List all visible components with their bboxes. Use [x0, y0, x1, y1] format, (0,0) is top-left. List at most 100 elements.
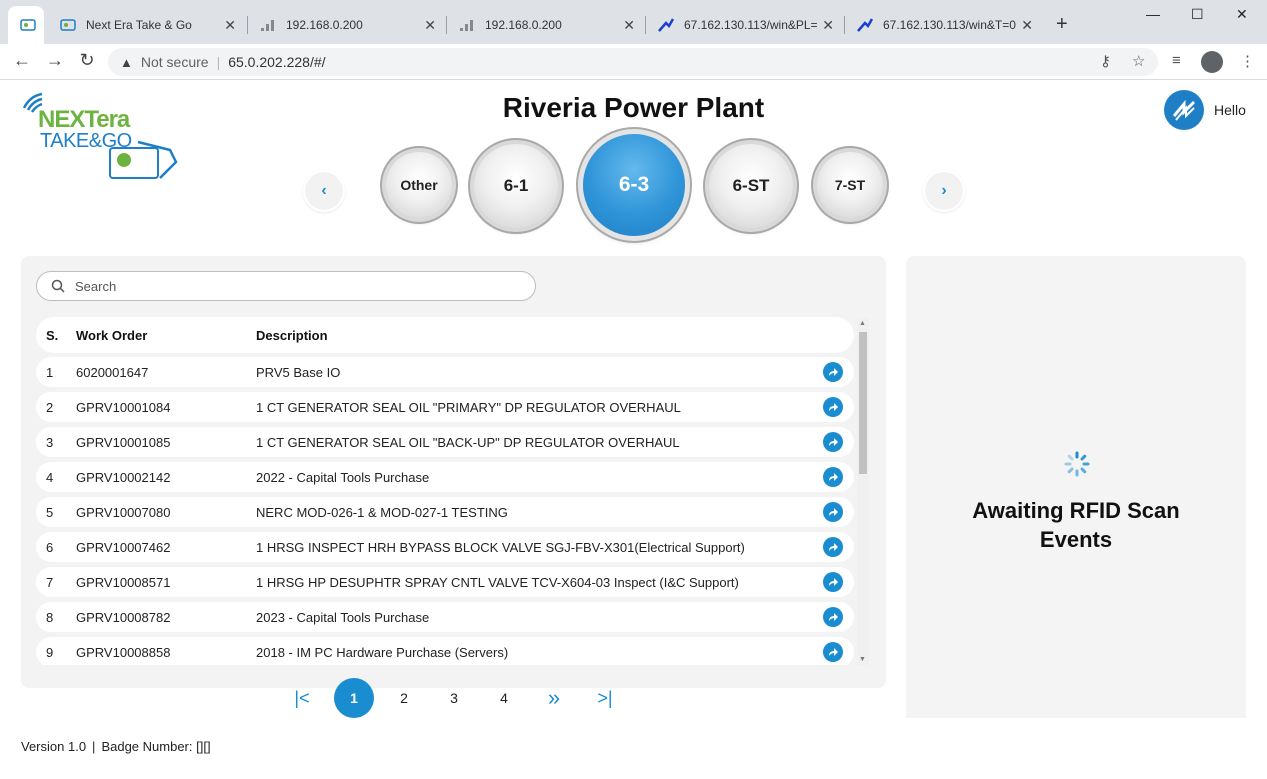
omnibox[interactable]: ▲ Not secure | 65.0.202.228/#/ — [108, 48, 1158, 76]
next-page-button[interactable]: » — [534, 678, 574, 718]
table-row[interactable]: 8 GPRV10008782 2023 - Capital Tools Purcha… — [36, 602, 854, 632]
table-row[interactable]: 7 GPRV10008571 1 HRSG HP DESUPHTR SPRAY CN… — [36, 567, 854, 597]
wled-favicon-icon — [658, 17, 674, 33]
table-row[interactable]: 4 GPRV10002142 2022 - Capital Tools Purcha… — [36, 462, 854, 492]
kebab-menu-icon[interactable]: ⋮ — [1240, 52, 1255, 70]
search-icon — [51, 279, 65, 293]
key-icon[interactable]: ⚷ — [1100, 52, 1111, 70]
user-avatar[interactable] — [1164, 90, 1204, 130]
open-work-order-button[interactable] — [823, 362, 843, 382]
last-page-button[interactable]: >| — [585, 678, 625, 718]
logo-line2: TAKE&GO — [40, 130, 132, 152]
version-text: Version 1.0 — [21, 739, 87, 754]
scrollbar-thumb[interactable] — [859, 332, 867, 474]
cell-work-order: 6020001647 — [76, 365, 149, 380]
table-row[interactable]: 5 GPRV10007080 NERC MOD-026-1 & MOD-027-1 … — [36, 497, 854, 527]
reload-icon[interactable]: ↻ — [75, 50, 99, 71]
cell-serial: 9 — [46, 645, 54, 660]
open-work-order-button[interactable] — [823, 642, 843, 662]
cell-work-order: GPRV10008571 — [76, 575, 171, 590]
page-button-2[interactable]: 2 — [384, 678, 424, 718]
profile-icon[interactable] — [1201, 51, 1223, 73]
browser-tab-takego[interactable]: Next Era Take & Go ✕ — [48, 6, 244, 44]
greeting-text: Hello — [1214, 102, 1246, 118]
page-title: Riveria Power Plant — [502, 92, 765, 123]
minimize-icon[interactable]: — — [1146, 6, 1160, 22]
open-work-order-button[interactable] — [823, 397, 843, 417]
open-work-order-button[interactable] — [823, 572, 843, 592]
address-bar: ← → ↻ ▲ Not secure | 65.0.202.228/#/ ⚷ ☆… — [0, 44, 1267, 80]
open-work-order-button[interactable] — [823, 537, 843, 557]
scroll-up-icon[interactable]: ▲ — [859, 320, 866, 327]
share-arrow-icon — [829, 543, 838, 551]
cell-work-order: GPRV10008858 — [76, 645, 171, 660]
table-scrollbar[interactable]: ▲ ▼ — [857, 318, 869, 665]
search-box[interactable] — [36, 271, 536, 301]
search-input[interactable] — [75, 278, 495, 294]
table-header: S. Work Order Description — [36, 317, 854, 353]
table-row[interactable]: 9 GPRV10008858 2018 - IM PC Hardware Purch… — [36, 637, 854, 665]
open-work-order-button[interactable] — [823, 467, 843, 487]
cell-serial: 8 — [46, 610, 54, 625]
page-button-3[interactable]: 3 — [434, 678, 474, 718]
tab-close-icon[interactable]: ✕ — [424, 17, 436, 34]
open-work-order-button[interactable] — [823, 432, 843, 452]
forward-icon[interactable]: → — [43, 50, 67, 71]
header-description: Description — [256, 328, 328, 343]
work-order-list: 1 6020001647 PRV5 Base IO 2 GPRV10001084 1 CT… — [36, 357, 854, 665]
first-page-button[interactable]: |< — [282, 678, 322, 718]
cell-description: 2022 - Capital Tools Purchase — [256, 470, 430, 485]
table-row[interactable]: 1 6020001647 PRV5 Base IO — [36, 357, 854, 387]
unit-button-6-3[interactable]: 6-3 — [583, 134, 685, 236]
unit-button-6-st[interactable]: 6-ST — [709, 144, 793, 228]
cell-work-order: GPRV10007080 — [76, 505, 171, 520]
warning-icon[interactable]: ▲ — [120, 55, 133, 70]
browser-tab-router-1[interactable]: 192.168.0.200 ✕ — [248, 6, 444, 44]
table-row[interactable]: 6 GPRV10007462 1 HRSG INSPECT HRH BYPASS B… — [36, 532, 854, 562]
star-icon[interactable]: ☆ — [1132, 52, 1145, 70]
new-tab-icon[interactable]: + — [1056, 14, 1068, 34]
open-work-order-button[interactable] — [823, 607, 843, 627]
browser-tab-active[interactable] — [8, 6, 44, 44]
nextera-favicon-icon — [20, 17, 36, 33]
badge-label: Badge Number: — [101, 739, 193, 754]
tab-close-icon[interactable]: ✕ — [623, 17, 635, 34]
page-button-4[interactable]: 4 — [484, 678, 524, 718]
cell-work-order: GPRV10007462 — [76, 540, 171, 555]
cell-serial: 3 — [46, 435, 54, 450]
security-label[interactable]: Not secure — [141, 54, 209, 70]
unit-button-7-st[interactable]: 7-ST — [817, 152, 883, 218]
cell-serial: 7 — [46, 575, 54, 590]
cell-description: NERC MOD-026-1 & MOD-027-1 TESTING — [256, 505, 508, 520]
page-button-1[interactable]: 1 — [334, 678, 374, 718]
table-row[interactable]: 3 GPRV10001085 1 CT GENERATOR SEAL OIL "BA… — [36, 427, 854, 457]
table-row[interactable]: 2 GPRV10001084 1 CT GENERATOR SEAL OIL "PR… — [36, 392, 854, 422]
tab-close-icon[interactable]: ✕ — [224, 17, 236, 34]
open-work-order-button[interactable] — [823, 502, 843, 522]
window-close-icon[interactable]: ✕ — [1236, 6, 1248, 23]
cell-description: 2018 - IM PC Hardware Purchase (Servers) — [256, 645, 509, 660]
tab-close-icon[interactable]: ✕ — [1021, 17, 1033, 34]
browser-tab-wled-2[interactable]: 67.162.130.113/win&T=0 ✕ — [845, 6, 1041, 44]
header-work-order: Work Order — [76, 328, 148, 343]
carousel-next-button[interactable]: › — [925, 172, 963, 210]
unit-button-other[interactable]: Other — [386, 152, 452, 218]
maximize-icon[interactable]: ☐ — [1191, 6, 1204, 23]
scroll-down-icon[interactable]: ▼ — [859, 656, 866, 663]
carousel-prev-button[interactable]: ‹ — [305, 172, 343, 210]
media-control-icon[interactable]: ≡ — [1172, 52, 1181, 69]
signal-favicon-icon — [260, 17, 276, 33]
unit-button-6-1[interactable]: 6-1 — [474, 144, 558, 228]
chevron-left-icon: ‹ — [321, 182, 327, 199]
back-icon[interactable]: ← — [10, 50, 34, 71]
tab-close-icon[interactable]: ✕ — [822, 17, 834, 34]
share-arrow-icon — [829, 508, 838, 516]
url-text[interactable]: 65.0.202.228/#/ — [228, 54, 325, 70]
browser-tab-router-2[interactable]: 192.168.0.200 ✕ — [447, 6, 643, 44]
browser-tab-wled-1[interactable]: 67.162.130.113/win&PL= ✕ — [646, 6, 842, 44]
browser-tab-bar: Next Era Take & Go ✕ 192.168.0.200 ✕ 192… — [0, 0, 1267, 44]
rfid-status-line1: Awaiting RFID Scan — [972, 498, 1180, 523]
footer: Version 1.0 | Badge Number: [][] — [21, 739, 211, 754]
share-arrow-icon — [829, 648, 838, 656]
tab-label: 67.162.130.113/win&PL= — [684, 18, 818, 32]
